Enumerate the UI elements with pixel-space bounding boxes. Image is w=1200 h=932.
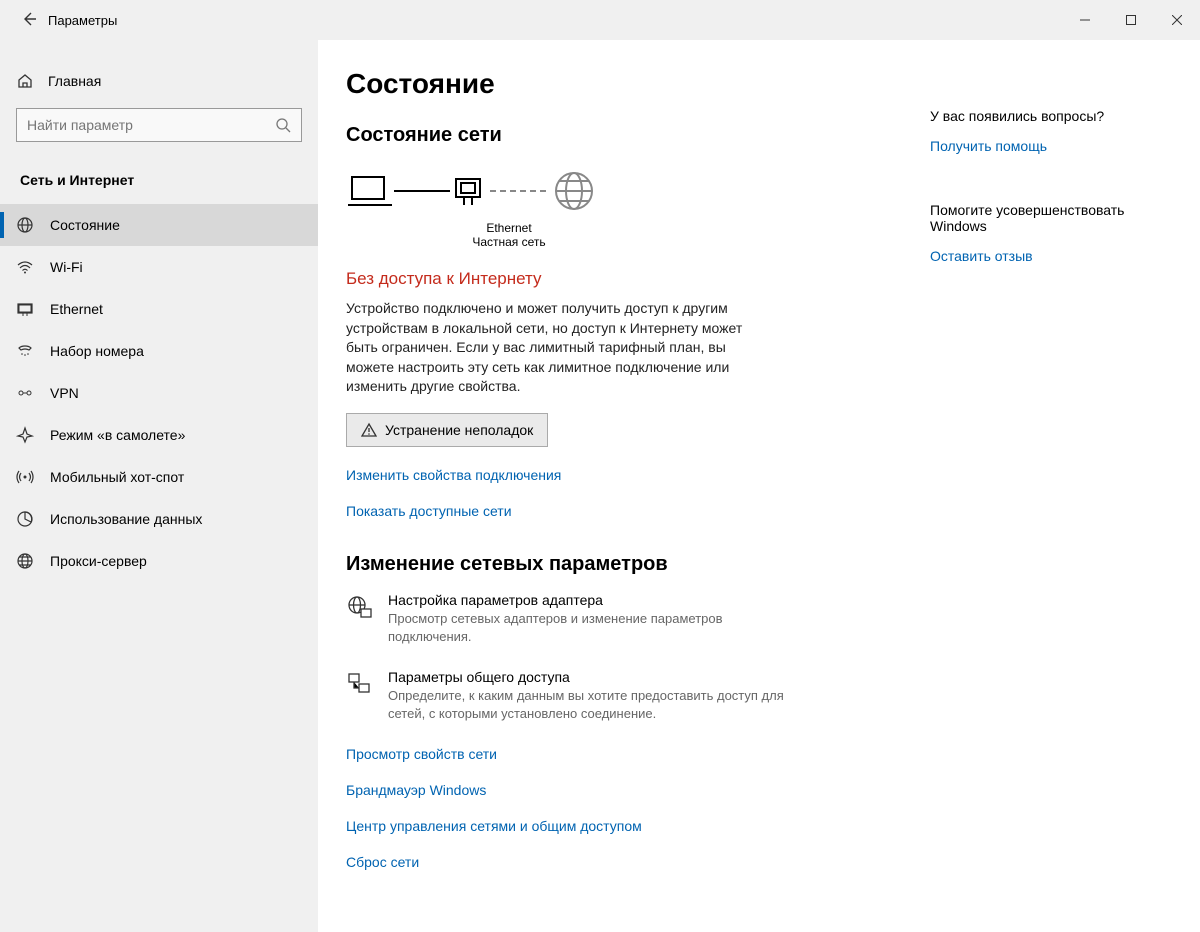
feedback-link[interactable]: Оставить отзыв (930, 248, 1160, 264)
search-box[interactable] (16, 108, 302, 142)
wifi-icon (16, 258, 34, 276)
nav-label: VPN (50, 385, 79, 401)
datausage-icon (16, 510, 34, 528)
close-button[interactable] (1154, 0, 1200, 40)
network-reset-link[interactable]: Сброс сети (346, 854, 900, 870)
search-icon (275, 117, 291, 133)
adapter-label: Ethernet (464, 221, 554, 235)
adapter-options-desc: Просмотр сетевых адаптеров и изменение п… (388, 610, 788, 645)
sharing-options-title: Параметры общего доступа (388, 669, 788, 685)
firewall-link[interactable]: Брандмауэр Windows (346, 782, 900, 798)
adapter-icon (450, 171, 486, 211)
maximize-icon (1126, 15, 1136, 25)
close-icon (1172, 15, 1182, 25)
help-question-title: У вас появились вопросы? (930, 108, 1160, 124)
network-type-label: Частная сеть (464, 235, 554, 249)
nav-label: Набор номера (50, 343, 144, 359)
status-description: Устройство подключено и может получить д… (346, 299, 746, 397)
adapter-options[interactable]: Настройка параметров адаптера Просмотр с… (346, 592, 900, 645)
sharing-options-desc: Определите, к каким данным вы хотите пре… (388, 687, 788, 722)
warning-icon (361, 422, 377, 438)
troubleshoot-label: Устранение неполадок (385, 422, 533, 438)
troubleshoot-button[interactable]: Устранение неполадок (346, 413, 548, 447)
network-center-link[interactable]: Центр управления сетями и общим доступом (346, 818, 900, 834)
sharing-options-icon (346, 671, 372, 697)
adapter-options-title: Настройка параметров адаптера (388, 592, 788, 608)
globe-icon (550, 167, 598, 215)
ethernet-icon (16, 300, 34, 318)
nav-category: Сеть и Интернет (0, 162, 318, 204)
vpn-icon (16, 384, 34, 402)
back-arrow-icon (20, 10, 38, 28)
adapter-options-icon (346, 594, 372, 620)
feedback-title: Помогите усовершенствовать Windows (930, 202, 1160, 234)
hotspot-icon (16, 468, 34, 486)
nav-item-ethernet[interactable]: Ethernet (0, 288, 318, 330)
maximize-button[interactable] (1108, 0, 1154, 40)
dialup-icon (16, 342, 34, 360)
nav-item-proxy[interactable]: Прокси-сервер (0, 540, 318, 582)
get-help-link[interactable]: Получить помощь (930, 138, 1160, 154)
airplane-icon (16, 426, 34, 444)
nav-label: Состояние (50, 217, 120, 233)
nav-label: Использование данных (50, 511, 202, 527)
minimize-button[interactable] (1062, 0, 1108, 40)
page-title: Состояние (346, 68, 900, 100)
home-link[interactable]: Главная (0, 60, 318, 102)
net-status-heading: Состояние сети (346, 124, 900, 147)
computer-icon (346, 171, 394, 211)
status-icon (16, 216, 34, 234)
show-networks-link[interactable]: Показать доступные сети (346, 503, 900, 519)
minimize-icon (1080, 15, 1090, 25)
nav-item-hotspot[interactable]: Мобильный хот-спот (0, 456, 318, 498)
nav-item-dialup[interactable]: Набор номера (0, 330, 318, 372)
sharing-options[interactable]: Параметры общего доступа Определите, к к… (346, 669, 900, 722)
nav-item-vpn[interactable]: VPN (0, 372, 318, 414)
nav-label: Прокси-сервер (50, 553, 147, 569)
nav-item-airplane[interactable]: Режим «в самолете» (0, 414, 318, 456)
nav-item-wifi[interactable]: Wi-Fi (0, 246, 318, 288)
home-icon (16, 72, 34, 90)
nav-item-datausage[interactable]: Использование данных (0, 498, 318, 540)
nav-label: Режим «в самолете» (50, 427, 185, 443)
proxy-icon (16, 552, 34, 570)
nav-label: Ethernet (50, 301, 103, 317)
network-diagram (346, 167, 900, 215)
status-title: Без доступа к Интернету (346, 269, 900, 289)
window-title: Параметры (48, 13, 117, 28)
change-settings-heading: Изменение сетевых параметров (346, 553, 900, 576)
sidebar: Главная Сеть и Интернет Состояние Wi-Fi … (0, 40, 318, 932)
diagram-labels: Ethernet Частная сеть (464, 221, 554, 249)
nav-item-status[interactable]: Состояние (0, 204, 318, 246)
nav-label: Мобильный хот-спот (50, 469, 184, 485)
back-button[interactable] (0, 10, 48, 31)
search-input[interactable] (27, 117, 275, 133)
network-properties-link[interactable]: Просмотр свойств сети (346, 746, 900, 762)
home-label: Главная (48, 73, 101, 89)
nav-label: Wi-Fi (50, 259, 83, 275)
change-connection-props-link[interactable]: Изменить свойства подключения (346, 467, 900, 483)
